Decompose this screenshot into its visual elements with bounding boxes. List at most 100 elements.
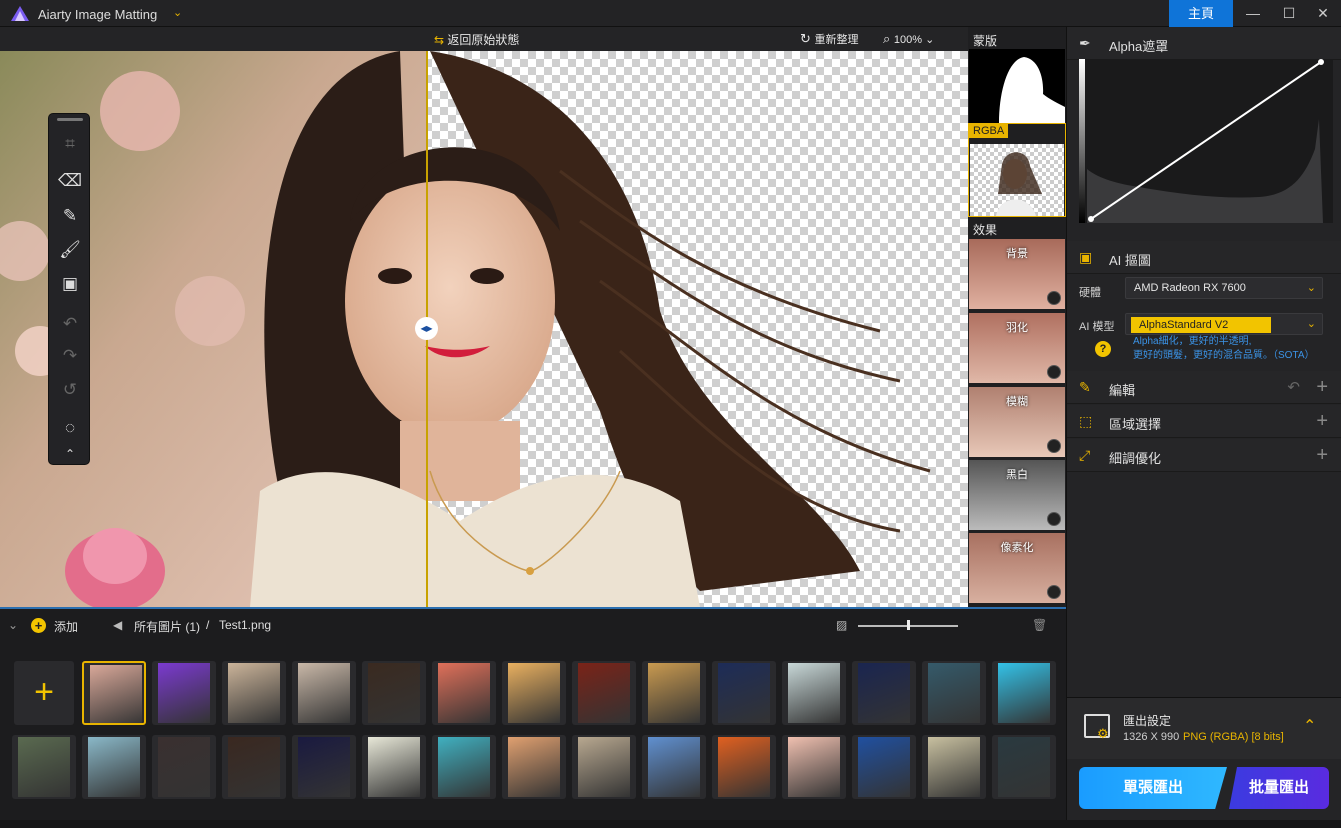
- add-image-tile[interactable]: +: [14, 661, 74, 725]
- effect-toggle[interactable]: [1047, 439, 1061, 453]
- crop-select-icon[interactable]: ⌗: [55, 130, 85, 158]
- add-icon[interactable]: +: [31, 618, 46, 633]
- breadcrumb-file: Test1.png: [219, 618, 272, 632]
- restore-original-button[interactable]: ⇆ 返回原始狀態: [434, 31, 519, 48]
- model-select[interactable]: AlphaStandard V2 ⌄: [1125, 313, 1323, 335]
- refine-title: 細調優化: [1109, 451, 1162, 466]
- alpha-mask-header[interactable]: ✒ Alpha遮罩: [1067, 27, 1341, 60]
- redo-icon[interactable]: ↷: [55, 342, 85, 370]
- expand-up-icon[interactable]: ⌃: [1303, 716, 1316, 736]
- hardware-select[interactable]: AMD Radeon RX 7600 ⌄: [1125, 277, 1323, 299]
- chevron-down-icon: ⌄: [1306, 318, 1316, 330]
- undo-icon[interactable]: ↶: [55, 310, 85, 338]
- help-icon[interactable]: ?: [1095, 341, 1111, 357]
- slider-knob[interactable]: [907, 620, 910, 630]
- zoom-select[interactable]: ⌕ 100% ⌄: [883, 31, 934, 47]
- image-thumbnail[interactable]: [222, 735, 286, 799]
- image-thumbnail[interactable]: [642, 661, 706, 725]
- refine-section-header[interactable]: ⤢ 細調優化 +: [1067, 439, 1341, 472]
- close-icon[interactable]: ✕: [1305, 0, 1341, 27]
- effect-toggle[interactable]: [1047, 291, 1061, 305]
- app-window: Aiarty Image Matting ⌄ 主頁 — ☐ ✕ ⇆ 返回原始狀態…: [0, 0, 1341, 828]
- image-thumbnail[interactable]: [12, 735, 76, 799]
- image-thumbnail[interactable]: [852, 735, 916, 799]
- image-thumbnail[interactable]: [432, 735, 496, 799]
- thumbnail-image: [298, 737, 350, 797]
- image-thumbnail[interactable]: [152, 661, 216, 725]
- image-thumbnail[interactable]: [712, 735, 776, 799]
- alpha-curve-graph[interactable]: [1079, 59, 1333, 223]
- image-thumbnail[interactable]: [782, 735, 846, 799]
- effect-pixelate[interactable]: 像素化: [969, 533, 1065, 603]
- effect-label: 像素化: [1000, 542, 1034, 554]
- expand-plus-icon[interactable]: +: [1316, 444, 1328, 467]
- single-export-button[interactable]: 單張匯出: [1079, 767, 1227, 809]
- app-menu-chevron-icon[interactable]: ⌄: [173, 6, 182, 19]
- export-settings[interactable]: ⚙ 匯出設定 1326 X 990 PNG (RGBA) [8 bits] ⌃: [1067, 697, 1341, 759]
- thumbnail-image: [718, 663, 770, 723]
- compare-handle-icon[interactable]: ◂▸: [415, 317, 438, 340]
- image-thumbnail[interactable]: [362, 735, 426, 799]
- collapse-strip-icon[interactable]: ⌄: [8, 618, 18, 632]
- rgba-tile[interactable]: RGBA: [968, 123, 1066, 217]
- region-section-header[interactable]: ⬚ 區域選擇 +: [1067, 405, 1341, 438]
- effect-bw[interactable]: 黑白: [969, 460, 1065, 530]
- mask-thumbnail[interactable]: [969, 49, 1065, 123]
- breadcrumb-all-images[interactable]: 所有圖片 (1): [134, 618, 200, 635]
- back-arrow-icon[interactable]: ◀: [113, 618, 122, 632]
- reset-icon[interactable]: ↺: [55, 376, 85, 404]
- effect-toggle[interactable]: [1047, 365, 1061, 379]
- image-thumbnail[interactable]: [82, 735, 146, 799]
- maximize-icon[interactable]: ☐: [1271, 0, 1307, 27]
- image-thumbnail[interactable]: [572, 661, 636, 725]
- image-thumbnail[interactable]: [292, 735, 356, 799]
- pen-icon[interactable]: ✎: [55, 202, 85, 230]
- brush-icon[interactable]: 🖌: [55, 236, 85, 264]
- image-thumbnail[interactable]: [852, 661, 916, 725]
- image-thumbnail[interactable]: [712, 661, 776, 725]
- undo-icon[interactable]: ↶: [1287, 378, 1300, 396]
- image-thumbnail[interactable]: [432, 661, 496, 725]
- expand-plus-icon[interactable]: +: [1316, 410, 1328, 433]
- ai-matting-header[interactable]: ▣ AI 摳圖: [1067, 241, 1341, 274]
- image-thumbnail[interactable]: [502, 661, 566, 725]
- lasso-icon[interactable]: ◌: [55, 414, 85, 442]
- palette-grip[interactable]: [57, 118, 83, 121]
- effect-feather[interactable]: 羽化: [969, 313, 1065, 383]
- effect-background[interactable]: 背景: [969, 239, 1065, 309]
- image-thumbnail[interactable]: [222, 661, 286, 725]
- thumbnail-image: [18, 737, 70, 797]
- image-thumbnail[interactable]: [642, 735, 706, 799]
- chevron-down-icon: ⌄: [925, 34, 935, 46]
- batch-export-button[interactable]: 批量匯出: [1229, 767, 1329, 809]
- image-thumbnail[interactable]: [292, 661, 356, 725]
- collapse-up-icon[interactable]: ⌃: [55, 444, 85, 464]
- minimize-icon[interactable]: —: [1235, 0, 1271, 27]
- image-thumbnail[interactable]: [992, 735, 1056, 799]
- effect-toggle[interactable]: [1047, 585, 1061, 599]
- image-canvas[interactable]: ◂▸ ⌗ ⌫ ✎ 🖌 ▣ ↶ ↷ ↺ ◌ ⌃: [0, 51, 968, 607]
- paint-roller-icon[interactable]: ▣: [55, 270, 85, 298]
- reorganize-button[interactable]: ↻ 重新整理: [800, 31, 859, 47]
- image-thumbnail[interactable]: [992, 661, 1056, 725]
- zoom-icon: ⌕: [883, 31, 894, 46]
- thumbnail-image: [88, 737, 140, 797]
- image-thumbnail[interactable]: [572, 735, 636, 799]
- image-thumbnail[interactable]: [502, 735, 566, 799]
- gear-icon: ⚙: [1097, 726, 1109, 741]
- image-thumbnail[interactable]: [362, 661, 426, 725]
- effect-blur[interactable]: 模糊: [969, 387, 1065, 457]
- home-button[interactable]: 主頁: [1169, 0, 1233, 27]
- trash-icon[interactable]: 🗑: [1032, 618, 1047, 632]
- hardware-value: AMD Radeon RX 7600: [1134, 282, 1246, 294]
- effect-toggle[interactable]: [1047, 512, 1061, 526]
- image-thumbnail[interactable]: [922, 735, 986, 799]
- edit-section-header[interactable]: ✎ 編輯 ↶ +: [1067, 371, 1341, 404]
- expand-plus-icon[interactable]: +: [1316, 376, 1328, 399]
- image-thumbnail[interactable]: [152, 735, 216, 799]
- eraser-icon[interactable]: ⌫: [55, 167, 85, 195]
- add-images-button[interactable]: 添加: [54, 618, 78, 635]
- image-thumbnail[interactable]: [922, 661, 986, 725]
- image-thumbnail[interactable]: [782, 661, 846, 725]
- image-thumbnail[interactable]: [82, 661, 146, 725]
